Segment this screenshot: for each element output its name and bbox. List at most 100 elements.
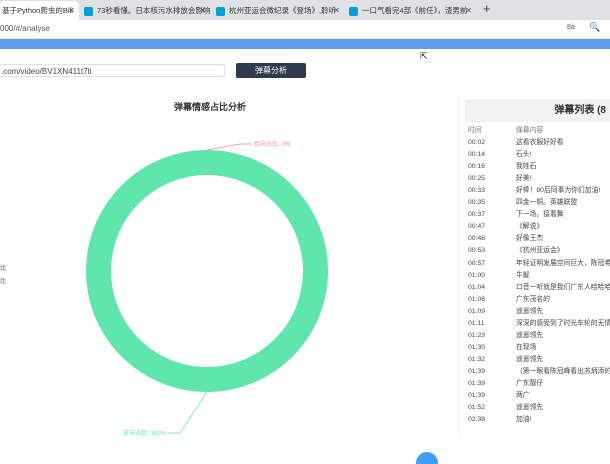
danmaku-time: 00:37 xyxy=(468,211,486,219)
danmaku-time: 01:39 xyxy=(468,392,486,400)
danmaku-time: 01:11 xyxy=(468,319,485,327)
column-header-content: 弹幕内容 xyxy=(516,127,544,134)
danmaku-row: 00:57 年轻证明发展空间巨大，陈冠希 xyxy=(468,258,610,270)
danmaku-time: 01:39 xyxy=(468,380,486,387)
sentiment-donut-chart: 负向占比: 0% 正向占比: 100% xyxy=(86,140,328,437)
danmaku-content: 年轻证明发展空间巨大，陈冠希 xyxy=(516,259,610,267)
danmaku-time: 00:25 xyxy=(468,175,486,183)
danmaku-time: 02:38 xyxy=(468,416,486,424)
address-bar[interactable]: 000/#/analyse 8à 🔍 xyxy=(0,20,610,39)
danmaku-content: 《解说》 xyxy=(516,223,544,231)
column-header-time: 时间 xyxy=(468,127,482,134)
danmaku-time: 00:14 xyxy=(468,151,486,159)
danmaku-row: 01:39 （第一眼看陈冠峰看出苏炳添的 xyxy=(468,366,610,378)
app-header-bar xyxy=(0,39,610,49)
danmaku-content: 遥遥领先 xyxy=(516,404,544,412)
label-leader-line xyxy=(206,143,252,151)
danmaku-row: 00:33 好棒！80后同事为你们加油! xyxy=(468,185,610,197)
danmaku-row: 01:04 口音一听就是我们广东人哈哈哈 xyxy=(468,282,610,294)
danmaku-content: 加油! xyxy=(516,416,532,424)
danmaku-content: 遥遥领先 xyxy=(516,355,544,363)
danmaku-row: 01:09 遥遥领先 xyxy=(468,306,610,318)
danmaku-row: 01:23 遥遥领先 xyxy=(468,330,610,342)
danmaku-time: 00:57 xyxy=(468,259,486,267)
bilibili-icon xyxy=(216,6,225,16)
danmaku-content: 石头! xyxy=(516,151,532,159)
tab-label: 基于Python爬虫的Bili xyxy=(2,6,73,15)
danmaku-time: 00:53 xyxy=(468,247,486,255)
new-tab-button[interactable]: + xyxy=(483,0,491,18)
tab-nuclear-water[interactable]: 73秒看懂。日本核污水排放会影响 ✕ xyxy=(84,1,210,20)
back-to-top-button[interactable] xyxy=(416,452,438,464)
danmaku-time: 01:23 xyxy=(468,331,486,339)
danmaku-row: 00:37 下一场。接着舞 xyxy=(468,209,610,221)
danmaku-row: 00:02 这看衣服好好看 xyxy=(468,137,610,149)
danmaku-row: 01:30 在现场 xyxy=(468,342,610,354)
bilibili-icon xyxy=(84,6,93,16)
danmaku-time: 00:48 xyxy=(468,235,486,243)
video-url-input[interactable]: .com/video/BV1XN411t7ti xyxy=(0,64,225,77)
danmaku-time: 01:09 xyxy=(468,307,486,315)
danmaku-row: 00:53 《杭州亚运会》 xyxy=(468,245,610,257)
danmaku-row: 01:00 牛髮 xyxy=(468,270,610,282)
tab-label: 一口气看完4部《前任》，渣男前 xyxy=(362,6,468,15)
danmaku-content: 遥遥领先 xyxy=(516,307,544,315)
danmaku-row: 01:52 遥遥领先 xyxy=(468,402,610,414)
danmaku-content: 广东靓仔 xyxy=(516,380,544,387)
address-url[interactable]: 000/#/analyse xyxy=(0,24,50,33)
danmaku-content: 深深的感受到了时光车轮的无情 xyxy=(516,319,610,327)
danmaku-time: 00:47 xyxy=(468,223,486,231)
close-icon[interactable]: ✕ xyxy=(333,1,340,20)
danmaku-content: 口音一听就是我们广东人哈哈哈 xyxy=(516,283,610,291)
danmaku-row: 00:35 四金一铜。英雄联盟 xyxy=(468,197,610,209)
read-aloud-icon[interactable]: 8à xyxy=(567,24,575,31)
danmaku-time: 00:02 xyxy=(468,139,486,146)
slice-label: 负向占比: 0% xyxy=(254,140,291,148)
danmaku-time: 01:30 xyxy=(468,343,486,351)
danmaku-content: 好像王杰 xyxy=(516,235,544,243)
tab-ex-movies[interactable]: 一口气看完4部《前任》，渣男前 ✕ xyxy=(349,1,476,20)
bilibili-icon xyxy=(349,6,358,16)
danmaku-content: 遥遥领先 xyxy=(516,331,544,339)
danmaku-content: 好棒！80后同事为你们加油! xyxy=(516,187,601,195)
mouse-cursor-icon: ⇱ xyxy=(420,51,428,61)
zoom-icon[interactable]: 🔍 xyxy=(589,22,600,33)
danmaku-time: 01:00 xyxy=(468,271,486,279)
danmaku-time: 01:52 xyxy=(468,404,486,412)
tab-bilibili-analysis[interactable]: 基于Python爬虫的Bili ✕ xyxy=(0,1,79,20)
danmaku-time: 00:33 xyxy=(468,187,486,195)
danmaku-content: 《杭州亚运会》 xyxy=(516,247,564,255)
danmaku-content: 四金一铜。英雄联盟 xyxy=(516,199,578,207)
danmaku-row: 00:47 《解说》 xyxy=(468,221,610,233)
danmaku-content: 牛髮 xyxy=(516,271,530,279)
danmaku-time: 01:39 xyxy=(468,367,486,375)
danmaku-content: 下一场。接着舞 xyxy=(516,211,564,219)
danmaku-time: 00:16 xyxy=(468,163,486,171)
pie-slice[interactable] xyxy=(86,150,328,392)
danmaku-row: 02:38 加油! xyxy=(468,414,610,426)
danmaku-content: 广东茂名的 xyxy=(516,295,550,303)
list-header-row: 时间 弹幕内容 xyxy=(468,125,610,137)
close-icon[interactable]: ✕ xyxy=(68,1,75,20)
close-icon[interactable]: ✕ xyxy=(199,1,206,20)
danmaku-time: 01:04 xyxy=(468,283,486,291)
danmaku-row: 01:39 广东靓仔 xyxy=(468,378,610,390)
danmaku-row: 00:48 好像王杰 xyxy=(468,233,610,245)
danmaku-content: （第一眼看陈冠峰看出苏炳添的 xyxy=(516,367,610,375)
close-icon[interactable]: ✕ xyxy=(465,1,472,20)
danmaku-content: 好美! xyxy=(516,175,532,183)
analyse-button[interactable]: 弹幕分析 xyxy=(236,63,306,78)
danmaku-row: 01:32 遥遥领先 xyxy=(468,354,610,366)
danmaku-row: 01:39 两广 xyxy=(468,390,610,402)
danmaku-time: 01:32 xyxy=(468,355,486,363)
danmaku-row: 00:25 好美! xyxy=(468,173,610,185)
tab-asian-games[interactable]: 杭州亚运会微纪录《登场》,聆听 ✕ xyxy=(216,1,344,20)
danmaku-content: 我姓石 xyxy=(516,163,537,171)
danmaku-content: 在现场 xyxy=(516,343,537,351)
danmaku-row: 01:11 深深的感受到了时光车轮的无情 xyxy=(468,318,610,330)
danmaku-row: 00:16 我姓石 xyxy=(468,161,610,173)
browser-tab-bar: 基于Python爬虫的Bili ✕ 73秒看懂。日本核污水排放会影响 ✕ 杭州亚… xyxy=(0,0,610,20)
danmaku-time: 00:35 xyxy=(468,199,486,207)
danmaku-row: 01:08 广东茂名的 xyxy=(468,294,610,306)
danmaku-content: 两广 xyxy=(516,392,530,400)
